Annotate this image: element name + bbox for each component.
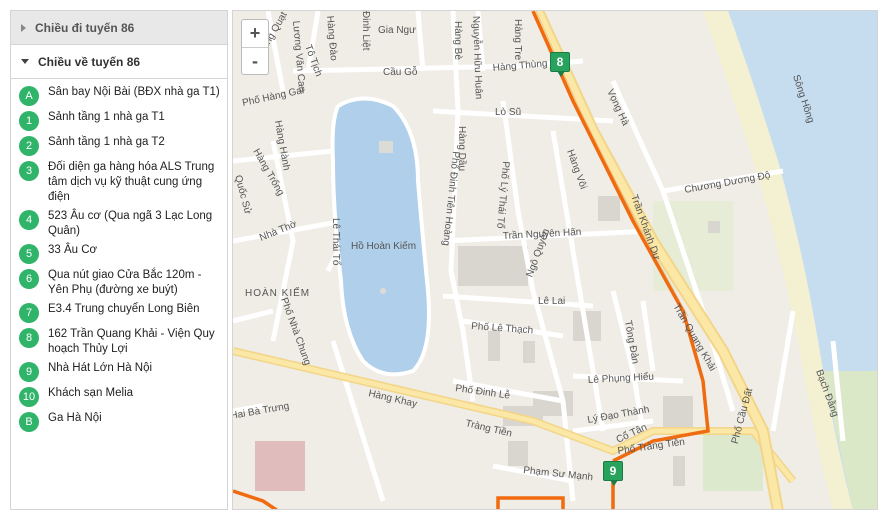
stop-label: Nhà Hát Lớn Hà Nội: [48, 362, 153, 374]
street-label: Hàng Dầu: [456, 126, 468, 171]
stop-badge: 1: [19, 111, 39, 131]
street-label: Gia Ngư: [378, 25, 416, 36]
lake-area: [330, 96, 431, 377]
stop-label: Đối diện ga hàng hóa ALS Trung tâm dịch …: [48, 161, 215, 203]
islet: [380, 288, 386, 294]
district-label: HOÀN KIẾM: [245, 286, 310, 299]
street-label: Lê Thái Tổ: [330, 218, 342, 266]
route-panel: Chiều đi tuyến 86 Chiều về tuyến 86 A Sân…: [10, 10, 228, 510]
stop-badge: 5: [19, 244, 39, 264]
stop-label: Sân bay Nội Bài (BĐX nhà ga T1): [48, 86, 220, 98]
stop-badge: 6: [19, 269, 39, 289]
island: [379, 141, 393, 153]
bus-route-line: [496, 496, 565, 509]
stop-label: Khách sạn Melia: [48, 387, 134, 399]
stop-item[interactable]: 3 Đối diện ga hàng hóa ALS Trung tâm dịch…: [11, 160, 227, 205]
stop-item[interactable]: 1 Sảnh tầng 1 nhà ga T1: [11, 110, 227, 131]
stop-item[interactable]: 6 Qua nút giao Cửa Bắc 120m - Yên Phụ (đư…: [11, 268, 227, 298]
street-label: Hàng Vôi: [564, 148, 588, 190]
street-label: Phố Hàng Gai: [241, 84, 305, 109]
street-label: Hàng Bè: [452, 21, 463, 60]
stop-badge: 7: [19, 303, 39, 323]
stop-label: 523 Âu cơ (Qua ngã 3 Lạc Long Quân): [48, 210, 213, 237]
street-label: Lò Sũ: [495, 107, 521, 118]
street-label: Hàng Thùng: [492, 58, 548, 74]
stop-marker-8[interactable]: 8: [550, 52, 570, 77]
street-label: Phố Lý Thái Tổ: [494, 161, 512, 230]
street-label: Đinh Liệt: [360, 11, 371, 51]
zoom-in-button[interactable]: +: [242, 20, 268, 48]
tab-return-label: Chiều về tuyến 86: [38, 54, 141, 69]
street-label: Phố Nhà Chung: [278, 296, 314, 367]
zoom-out-button[interactable]: -: [242, 48, 268, 75]
stop-item[interactable]: 7 E3.4 Trung chuyển Long Biên: [11, 302, 227, 323]
stop-item[interactable]: A Sân bay Nội Bài (BĐX nhà ga T1): [11, 85, 227, 106]
stop-item[interactable]: 9 Nhà Hát Lớn Hà Nội: [11, 361, 227, 382]
stop-item[interactable]: 5 33 Âu Cơ: [11, 243, 227, 264]
stop-label: Ga Hà Nội: [48, 412, 102, 424]
stop-badge: 4: [19, 210, 39, 230]
street-label: Cầu Gỗ: [383, 65, 418, 78]
building: [598, 196, 620, 221]
stop-badge: B: [19, 412, 39, 432]
street-label: Lê Lai: [538, 296, 565, 307]
stop-item[interactable]: 2 Sảnh tầng 1 nhà ga T2: [11, 135, 227, 156]
building: [673, 456, 685, 486]
map-canvas[interactable]: Hồ Hoàn Kiếm HOÀN KIẾM Sông Hồng Hàng Kh…: [233, 11, 878, 510]
lake-label: Hồ Hoàn Kiếm: [351, 240, 416, 252]
street-label: Hàng Đào: [324, 15, 339, 61]
stop-list: A Sân bay Nội Bài (BĐX nhà ga T1) 1 Sảnh tầ…: [11, 79, 227, 432]
stop-label: Sảnh tầng 1 nhà ga T1: [48, 111, 165, 123]
street-label: Phố Lê Thạch: [471, 320, 534, 336]
zoom-control: + -: [241, 19, 269, 75]
stop-label: E3.4 Trung chuyển Long Biên: [48, 303, 200, 315]
landmark-building: [255, 441, 305, 491]
chevron-down-icon: [21, 59, 29, 64]
building: [508, 441, 528, 466]
stop-badge: 9: [19, 362, 39, 382]
stop-item[interactable]: 10 Khách sạn Melia: [11, 386, 227, 407]
stop-badge: 2: [19, 136, 39, 156]
street-label: Lê Phụng Hiểu: [588, 371, 655, 386]
stop-label: Qua nút giao Cửa Bắc 120m - Yên Phụ (đườ…: [48, 269, 202, 296]
stop-label: Sảnh tầng 1 nhà ga T2: [48, 136, 165, 148]
stop-badge: 8: [19, 328, 39, 348]
stop-label: 33 Âu Cơ: [48, 244, 98, 256]
building: [708, 221, 720, 233]
bus-route-line: [233, 489, 279, 509]
street-label: Hàng Tre: [512, 19, 523, 61]
building: [663, 396, 693, 431]
stop-item[interactable]: 8 162 Trần Quang Khải - Viện Quy hoạch Th…: [11, 327, 227, 357]
tab-outbound[interactable]: Chiều đi tuyến 86: [11, 11, 227, 45]
building: [488, 331, 500, 361]
street-label: Lương Văn Can: [290, 20, 307, 92]
stop-item[interactable]: 4 523 Âu cơ (Qua ngã 3 Lạc Long Quân): [11, 209, 227, 239]
street-label: Quốc Sử: [233, 174, 254, 216]
stop-badge: A: [19, 86, 39, 106]
map-view[interactable]: Hồ Hoàn Kiếm HOÀN KIẾM Sông Hồng Hàng Kh…: [232, 10, 878, 510]
street-label: Chương Dương Độ: [684, 170, 772, 196]
stop-badge: 10: [19, 387, 39, 407]
stop-marker-9[interactable]: 9: [603, 461, 623, 486]
building: [523, 341, 535, 363]
stop-badge: 3: [19, 161, 39, 181]
tab-return[interactable]: Chiều về tuyến 86: [11, 45, 227, 79]
chevron-right-icon: [21, 23, 26, 32]
building: [458, 246, 528, 286]
stop-item[interactable]: B Ga Hà Nội: [11, 411, 227, 432]
tab-outbound-label: Chiều đi tuyến 86: [35, 20, 135, 35]
stop-label: 162 Trần Quang Khải - Viện Quy hoạch Thủ…: [48, 328, 215, 355]
